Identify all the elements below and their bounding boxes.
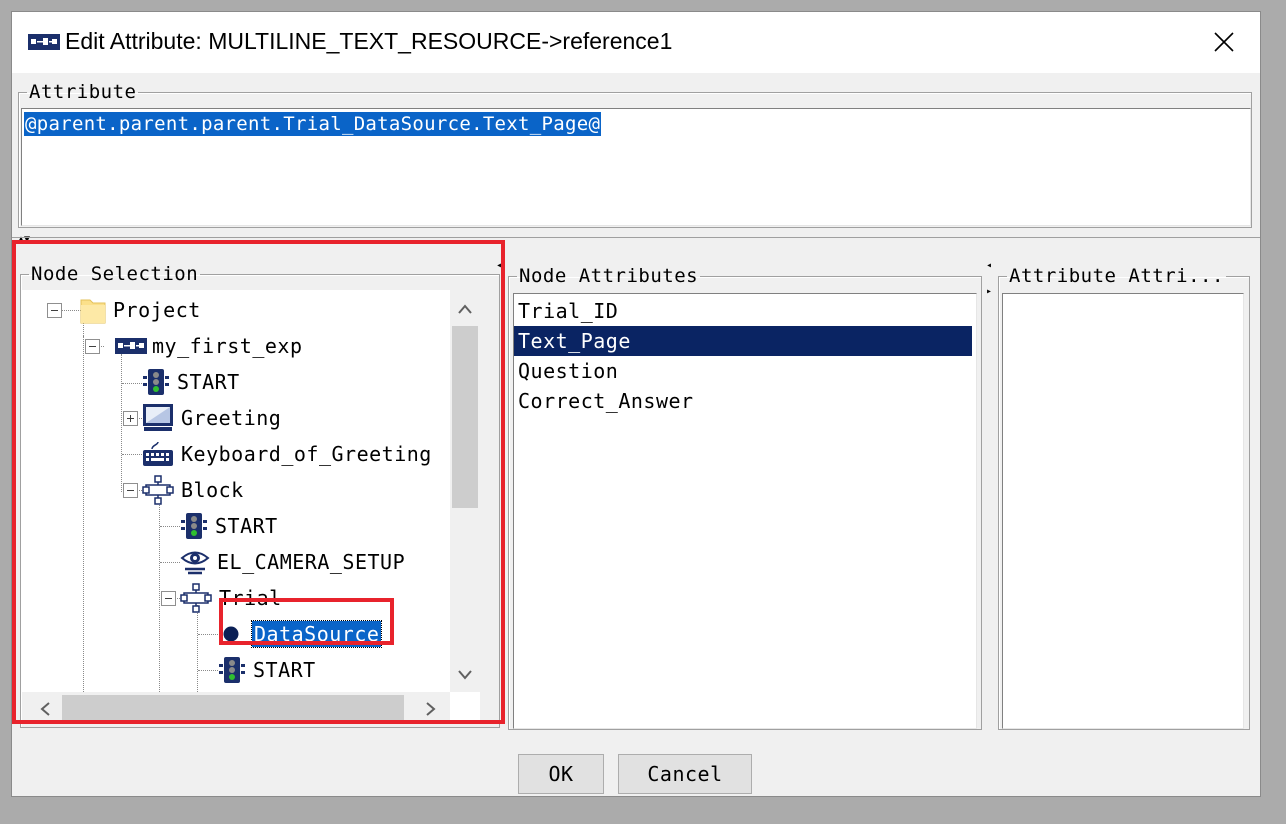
list-item-selected[interactable]: Text_Page [514,326,972,356]
attribute-attributes-legend: Attribute Attri... [1009,265,1224,287]
attribute-attributes-list[interactable] [1002,293,1244,729]
horizontal-splitter[interactable] [12,237,1260,238]
attribute-value-text[interactable]: @parent.parent.parent.Trial_DataSource.T… [24,112,602,136]
list-item[interactable]: Correct_Answer [514,386,970,416]
close-button[interactable] [1202,22,1248,62]
close-icon [1214,32,1234,52]
splitter-arrow-icon[interactable]: ◂ [986,261,992,271]
splitter-arrow-icon[interactable]: ▸ [986,287,992,297]
title-bar: Edit Attribute: MULTILINE_TEXT_RESOURCE-… [12,12,1260,73]
attribute-text-area[interactable]: @parent.parent.parent.Trial_DataSource.T… [21,108,1251,226]
cancel-button[interactable]: Cancel [618,754,752,794]
node-attributes-list[interactable]: Trial_ID Text_Page Question Correct_Answ… [513,293,977,729]
experiment-icon [28,34,60,50]
list-item[interactable]: Question [514,356,970,386]
attribute-legend: Attribute [29,81,137,103]
highlight-node-selection [12,240,505,724]
list-item[interactable]: Trial_ID [514,296,970,326]
window-title: Edit Attribute: MULTILINE_TEXT_RESOURCE-… [65,28,673,54]
highlight-datasource [219,598,394,645]
node-attributes-legend: Node Attributes [519,265,699,287]
ok-button[interactable]: OK [518,754,604,794]
